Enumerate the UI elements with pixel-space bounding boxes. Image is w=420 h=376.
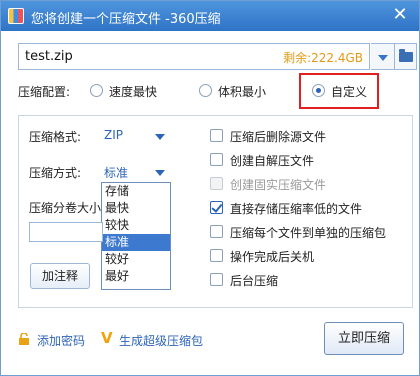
checkbox-shutdown[interactable] [210, 249, 223, 262]
window-title: 您将创建一个压缩文件 -360压缩 [31, 12, 221, 27]
format-select-value[interactable]: ZIP [104, 128, 123, 142]
method-option[interactable]: 较快 [102, 217, 170, 234]
method-select-value[interactable]: 标准 [104, 164, 128, 181]
output-path-value: test.zip [25, 49, 73, 64]
compress-dialog: 您将创建一个压缩文件 -360压缩 ✕ test.zip 剩余:222.4GB … [0, 0, 420, 376]
format-label: 压缩格式: [29, 130, 82, 144]
split-size-input[interactable] [29, 222, 103, 242]
highlight-annotation [299, 73, 379, 109]
app-logo-icon [8, 8, 24, 24]
checkbox-self-extract-label[interactable]: 创建自解压文件 [230, 152, 314, 169]
checkbox-delete-source[interactable] [210, 129, 223, 142]
free-space-text: 剩余:222.4GB [283, 51, 363, 65]
method-option[interactable]: 最快 [102, 200, 170, 217]
checkbox-separate-archives[interactable] [210, 225, 223, 238]
method-dropdown-list: 存储 最快 较快 标准 较好 最好 [101, 182, 171, 290]
method-label: 压缩方式: [29, 166, 82, 180]
folder-icon [399, 49, 413, 62]
method-chevron-down-icon[interactable] [155, 170, 165, 176]
lock-icon [19, 333, 29, 345]
chevron-down-icon [378, 55, 388, 61]
checkbox-delete-source-label[interactable]: 压缩后删除源文件 [230, 128, 326, 145]
output-path-input[interactable]: test.zip 剩余:222.4GB [18, 43, 370, 70]
super-package-link[interactable]: 生成超级压缩包 [119, 332, 203, 349]
method-option-selected[interactable]: 标准 [102, 234, 170, 251]
radio-smallest-label[interactable]: 体积最小 [218, 83, 266, 100]
checkbox-store-low-ratio-label[interactable]: 直接存储压缩率低的文件 [230, 200, 362, 217]
checkbox-self-extract[interactable] [210, 153, 223, 166]
checkbox-solid-archive [210, 177, 223, 190]
compress-now-button[interactable]: 立即压缩 [324, 322, 404, 355]
path-history-dropdown-button[interactable] [371, 43, 395, 70]
checkbox-store-low-ratio[interactable] [210, 201, 223, 214]
title-bar[interactable]: 您将创建一个压缩文件 -360压缩 ✕ [1, 1, 419, 31]
radio-smallest[interactable] [199, 84, 212, 97]
method-option[interactable]: 存储 [102, 183, 170, 200]
config-label: 压缩配置: [18, 85, 71, 99]
radio-fastest-label[interactable]: 速度最快 [109, 83, 157, 100]
close-icon[interactable]: ✕ [389, 5, 411, 27]
radio-fastest[interactable] [90, 84, 103, 97]
method-option[interactable]: 较好 [102, 251, 170, 268]
split-size-label: 压缩分卷大小 [29, 201, 101, 215]
format-chevron-down-icon[interactable] [155, 134, 165, 140]
checkbox-shutdown-label[interactable]: 操作完成后关机 [230, 248, 314, 265]
checkbox-separate-archives-label[interactable]: 压缩每个文件到单独的压缩包 [230, 224, 386, 241]
checkbox-solid-archive-label: 创建固实压缩文件 [230, 178, 327, 192]
add-comment-button[interactable]: 加注释 [30, 263, 90, 289]
checkbox-background[interactable] [210, 273, 223, 286]
add-password-link[interactable]: 添加密码 [37, 332, 85, 349]
checkbox-background-label[interactable]: 后台压缩 [230, 272, 278, 289]
v-logo-icon: V [101, 329, 113, 347]
method-option[interactable]: 最好 [102, 268, 170, 285]
browse-folder-button[interactable] [395, 43, 417, 70]
